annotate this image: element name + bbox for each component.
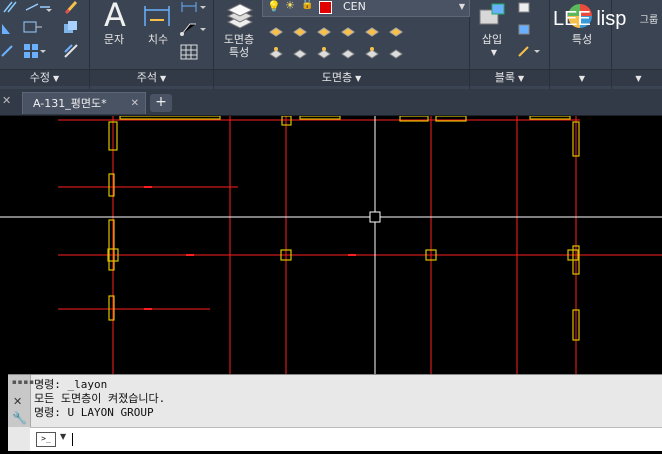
command-history-line: 모든 도면층이 켜졌습니다.: [34, 392, 166, 405]
drag-handle-icon[interactable]: ▪▪▪▪: [12, 378, 35, 386]
annotation-panel-title[interactable]: 주석 ▼: [90, 69, 213, 86]
command-history-line: 명령: _layon: [34, 378, 108, 391]
layers-panel-title-text: 도면층: [321, 71, 353, 84]
chevron-down-icon[interactable]: ▼: [486, 46, 502, 59]
bulb-icon: 💡: [267, 0, 281, 13]
tab-a-131[interactable]: A-131_평면도* ✕: [22, 92, 146, 114]
table-icon[interactable]: [180, 44, 198, 60]
block-panel: 삽입 ▼ 블록 ▼: [470, 0, 550, 89]
modify-panel-title[interactable]: 수정 ▼: [0, 69, 89, 86]
trim-icon[interactable]: [2, 0, 20, 14]
command-history-line: 명령: U LAYON GROUP: [34, 406, 154, 419]
wrench-icon[interactable]: 🔧: [12, 411, 27, 425]
chevron-down-icon: ▼: [53, 74, 60, 83]
copy-icon[interactable]: [62, 20, 80, 36]
dimension-icon[interactable]: [142, 2, 172, 28]
modify-panel-title-text: 수정: [29, 71, 51, 84]
layer-color-swatch: [319, 1, 332, 14]
chevron-down-icon: ▼: [635, 74, 642, 83]
chevron-down-icon: ▼: [160, 74, 167, 83]
linear-dim-icon[interactable]: [180, 0, 206, 14]
offset-icon[interactable]: [62, 42, 80, 60]
crosshair-pickbox: [369, 211, 381, 223]
ribbon: 수정 ▼ A 문자 치수 주석 ▼ 도면층 특성 💡 ☀ 🔓 CEN ▼ 도면층 ▼ …: [0, 0, 662, 90]
erase-icon[interactable]: [64, 0, 80, 14]
command-input-field[interactable]: >_ ▼: [30, 427, 662, 451]
annotation-panel-title-text: 주석: [136, 71, 158, 84]
array-icon[interactable]: [22, 42, 46, 60]
chevron-down-icon: ▼: [355, 74, 362, 83]
leader-icon[interactable]: [180, 22, 206, 36]
dimension-button-label[interactable]: 치수: [140, 33, 176, 46]
groups-panel-title[interactable]: ▼: [612, 69, 662, 86]
lee-lisp-overlay-text: LEE lisp: [553, 8, 627, 30]
close-icon[interactable]: ✕: [2, 94, 11, 107]
close-icon[interactable]: ✕: [13, 395, 22, 408]
create-block-icon[interactable]: [516, 0, 536, 14]
command-prompt-icon[interactable]: >_: [36, 432, 56, 447]
scale-icon[interactable]: [0, 44, 14, 58]
stretch-icon[interactable]: [22, 20, 44, 36]
text-caret: [72, 433, 73, 446]
properties-panel-title[interactable]: ▼: [550, 69, 611, 86]
wall: [529, 115, 571, 120]
wall: [299, 115, 341, 120]
layers-panel-title[interactable]: 도면층 ▼: [214, 69, 469, 86]
wall: [119, 115, 221, 120]
layer-properties-label[interactable]: 도면층 특성: [216, 33, 262, 59]
new-tab-button[interactable]: +: [150, 94, 172, 112]
current-layer-name: CEN: [343, 0, 366, 13]
layers-panel: 도면층 특성 💡 ☀ 🔓 CEN ▼ 도면층 ▼: [214, 0, 470, 89]
chevron-down-icon: ▼: [578, 74, 586, 83]
command-history: 명령: _layon 모든 도면층이 켜졌습니다. 명령: U LAYON GR…: [34, 378, 165, 420]
command-line-grip[interactable]: ▪▪▪▪ ✕ 🔧: [8, 375, 34, 427]
layer-tools-row-1-icons[interactable]: [266, 22, 466, 38]
mirror-icon[interactable]: [0, 22, 14, 36]
command-line-window: ▪▪▪▪ ✕ 🔧 명령: _layon 모든 도면층이 켜졌습니다. 명령: U…: [8, 374, 662, 451]
chevron-down-icon: ▼: [518, 74, 525, 83]
edit-block-icon[interactable]: [516, 22, 536, 36]
document-tab-bar: ✕ A-131_평면도* ✕ +: [0, 89, 662, 116]
layer-dropdown[interactable]: 💡 ☀ 🔓 CEN ▼: [262, 0, 470, 17]
unlock-icon: 🔓: [301, 0, 314, 10]
tab-a-131-label: A-131_평면도*: [33, 97, 107, 110]
modify-panel: 수정 ▼: [0, 0, 90, 89]
block-attribute-icon[interactable]: [516, 44, 544, 60]
tab-close-icon[interactable]: ✕: [131, 93, 139, 115]
groups-button-label[interactable]: 그룹: [634, 14, 662, 27]
sun-icon: ☀: [285, 0, 295, 12]
block-panel-title-text: 블록: [494, 71, 516, 84]
chevron-down-icon[interactable]: ▼: [60, 432, 66, 441]
insert-button-label[interactable]: 삽입: [474, 33, 510, 46]
fillet-icon[interactable]: [24, 0, 54, 14]
block-panel-title[interactable]: 블록 ▼: [470, 69, 549, 86]
layer-tools-row-2-icons[interactable]: [266, 44, 466, 60]
text-icon[interactable]: A: [100, 0, 130, 32]
text-button-label[interactable]: 문자: [96, 33, 132, 46]
annotation-panel: A 문자 치수 주석 ▼: [90, 0, 214, 89]
insert-block-icon[interactable]: [478, 2, 508, 28]
layer-properties-icon[interactable]: [224, 2, 254, 30]
properties-button-label[interactable]: 특성: [562, 33, 602, 46]
chevron-down-icon: ▼: [458, 2, 465, 11]
